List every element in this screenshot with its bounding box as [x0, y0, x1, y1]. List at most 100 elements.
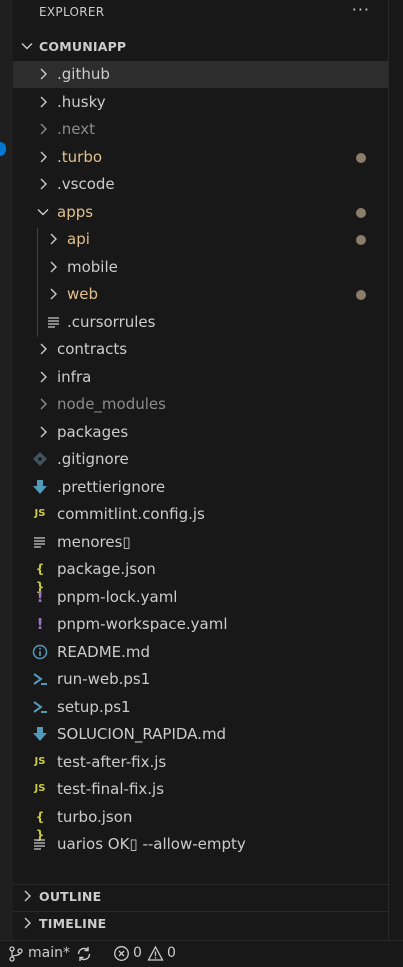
tree-item-setup[interactable]: setup.ps1	[13, 694, 388, 721]
chevron-right-icon	[35, 369, 51, 385]
text-lines-icon	[31, 533, 49, 551]
chevron-right-icon	[19, 888, 35, 904]
branch-name[interactable]: main*	[28, 945, 70, 961]
tree-item-label: .husky	[57, 93, 106, 111]
tree-item-label: SOLUCION_RAPIDA.md	[57, 725, 227, 743]
tree-item-label: setup.ps1	[57, 698, 131, 716]
tree-item-label: .turbo	[57, 148, 103, 166]
chevron-right-icon	[35, 66, 51, 82]
tree-item-test-after[interactable]: JS test-after-fix.js	[13, 749, 388, 776]
yaml-exclamation-icon: !	[36, 615, 44, 633]
powershell-icon	[31, 698, 49, 716]
error-icon[interactable]	[113, 945, 130, 962]
tree-item-label: infra	[57, 368, 92, 386]
modified-dot	[356, 153, 366, 163]
tree-item-pnpm-lock[interactable]: ! pnpm-lock.yaml	[13, 584, 388, 611]
tree-item-label: .vscode	[57, 175, 115, 193]
download-arrow-icon	[31, 478, 49, 496]
tree-item-package-json[interactable]: { } package.json	[13, 556, 388, 594]
tree-item-label: package.json	[57, 560, 156, 578]
chevron-right-icon	[35, 424, 51, 440]
tree-item-prettierignore[interactable]: .prettierignore	[13, 474, 388, 501]
javascript-icon: JS	[34, 783, 46, 794]
tree-item-infra[interactable]: infra	[13, 364, 388, 391]
chevron-right-icon	[45, 286, 61, 302]
tree-item-label: turbo.json	[57, 808, 133, 826]
chevron-right-icon	[35, 121, 51, 137]
tree-item-label: node_modules	[57, 395, 166, 413]
tree-item-contracts[interactable]: contracts	[13, 336, 388, 363]
tree-item-label: apps	[57, 203, 94, 221]
text-lines-icon	[45, 313, 63, 331]
chevron-right-icon	[35, 176, 51, 192]
tree-item-label: README.md	[57, 643, 151, 661]
tree-item-uarios[interactable]: uarios OK▯ --allow-empty	[13, 831, 388, 858]
tree-item-label: .next	[57, 120, 95, 138]
tree-item-readme[interactable]: README.md	[13, 639, 388, 666]
tree-item-gitignore[interactable]: .gitignore	[13, 446, 388, 473]
warning-count[interactable]: 0	[167, 945, 176, 961]
more-icon[interactable]: ···	[352, 0, 370, 19]
tree-item-label: .cursorrules	[67, 313, 156, 331]
tree-item-cursorrules[interactable]: .cursorrules	[13, 309, 388, 336]
tree-item-label: .github	[57, 65, 110, 83]
tree-item-label: web	[67, 285, 99, 303]
tree-item-label: mobile	[67, 258, 118, 276]
tree-item-turbo[interactable]: .turbo	[13, 144, 388, 171]
info-icon	[31, 643, 49, 661]
yaml-exclamation-icon: !	[36, 588, 44, 606]
outline-section-header[interactable]: OUTLINE	[13, 885, 388, 911]
project-header[interactable]: COMUNIAPP	[13, 35, 388, 61]
tree-item-packages[interactable]: packages	[13, 419, 388, 446]
tree-item-test-final[interactable]: JS test-final-fix.js	[13, 776, 388, 803]
tree-item-label: uarios OK▯ --allow-empty	[57, 835, 246, 853]
modified-dot	[356, 208, 366, 218]
tree-item-menores[interactable]: menores▯	[13, 529, 388, 556]
modified-dot	[356, 235, 366, 245]
tree-item-apps[interactable]: apps	[13, 199, 388, 226]
tree-item-api[interactable]: api	[13, 226, 388, 253]
tree-item-turbo-json[interactable]: { } turbo.json	[13, 804, 388, 842]
tree-item-web[interactable]: web	[13, 281, 388, 308]
tree-item-label: pnpm-workspace.yaml	[57, 615, 228, 633]
tree-item-label: run-web.ps1	[57, 670, 151, 688]
warning-icon[interactable]	[147, 945, 164, 962]
tree-item-next[interactable]: .next	[13, 116, 388, 143]
tree-item-label: contracts	[57, 340, 128, 358]
explorer-title: EXPLORER	[39, 5, 105, 19]
tree-item-pnpm-workspace[interactable]: ! pnpm-workspace.yaml	[13, 611, 388, 638]
tree-item-github[interactable]: .github	[13, 61, 388, 88]
tree-item-solucion[interactable]: SOLUCION_RAPIDA.md	[13, 721, 388, 748]
timeline-section-header[interactable]: TIMELINE	[13, 912, 388, 938]
modified-dot	[356, 290, 366, 300]
json-braces-icon: { }	[35, 810, 45, 842]
chevron-right-icon	[19, 915, 35, 931]
tree-item-label: test-final-fix.js	[57, 780, 165, 798]
git-diamond-icon	[31, 450, 49, 468]
text-lines-icon	[31, 835, 49, 853]
tree-item-commitlint[interactable]: JS commitlint.config.js	[13, 501, 388, 528]
tree-item-label: packages	[57, 423, 129, 441]
tree-item-run-web[interactable]: run-web.ps1	[13, 666, 388, 693]
chevron-down-icon	[19, 38, 35, 54]
outline-label: OUTLINE	[39, 889, 102, 904]
git-branch-icon[interactable]	[8, 945, 24, 963]
json-braces-icon: { }	[35, 562, 45, 594]
status-bar: main* 0 0	[0, 940, 403, 967]
tree-item-label: menores▯	[57, 533, 131, 551]
tree-item-vscode[interactable]: .vscode	[13, 171, 388, 198]
scrollbar-track[interactable]	[388, 0, 403, 940]
sync-icon[interactable]	[75, 945, 93, 963]
project-name: COMUNIAPP	[39, 39, 127, 54]
chevron-right-icon	[45, 231, 61, 247]
tree-item-mobile[interactable]: mobile	[13, 254, 388, 281]
error-count[interactable]: 0	[133, 945, 142, 961]
tree-item-husky[interactable]: .husky	[13, 89, 388, 116]
tree-item-label: pnpm-lock.yaml	[57, 588, 178, 606]
tree-item-node-modules[interactable]: node_modules	[13, 391, 388, 418]
tree-item-label: commitlint.config.js	[57, 505, 205, 523]
tree-item-label: test-after-fix.js	[57, 753, 167, 771]
chevron-right-icon	[45, 259, 61, 275]
powershell-icon	[31, 670, 49, 688]
timeline-label: TIMELINE	[39, 916, 107, 931]
